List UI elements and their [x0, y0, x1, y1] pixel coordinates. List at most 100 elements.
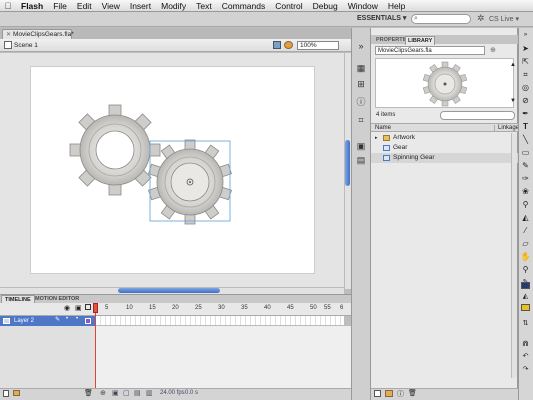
library-item-artwork[interactable]: ▸ Artwork: [371, 133, 518, 143]
tab-timeline[interactable]: TIMELINE: [1, 295, 35, 303]
rectangle-tool-icon[interactable]: ▭: [520, 147, 531, 158]
layer-lock-dot[interactable]: •: [76, 316, 78, 322]
frame-rate[interactable]: 24.00 fps: [160, 390, 185, 396]
text-tool-icon[interactable]: T: [520, 121, 531, 132]
deco-tool-icon[interactable]: ❀: [520, 186, 531, 197]
delete-icon[interactable]: 🗑: [408, 389, 417, 397]
panel-collapse-icon[interactable]: »: [520, 30, 531, 41]
outline-icon[interactable]: [85, 304, 91, 310]
pen-tool-icon[interactable]: ✒: [520, 108, 531, 119]
cs-live-menu[interactable]: CS Live ▾: [489, 15, 519, 23]
free-transform-tool-icon[interactable]: ⌗: [520, 69, 531, 80]
trash-icon[interactable]: 🗑: [84, 389, 93, 397]
layer-visible-dot[interactable]: •: [66, 316, 68, 322]
menu-modify[interactable]: Modify: [156, 1, 191, 11]
selection-tool-icon[interactable]: ➤: [520, 43, 531, 54]
subselection-tool-icon[interactable]: ⇱: [520, 56, 531, 67]
new-symbol-icon[interactable]: [374, 390, 381, 397]
menu-view[interactable]: View: [97, 1, 125, 11]
paint-bucket-tool-icon[interactable]: ◭: [520, 212, 531, 223]
library-item-spinning-gear[interactable]: Spinning Gear: [371, 153, 518, 163]
stage-horizontal-scroll-thumb[interactable]: [118, 288, 220, 293]
smooth-icon[interactable]: ↶: [520, 351, 531, 362]
menu-flash[interactable]: Flash: [16, 1, 48, 11]
layer-outline-color[interactable]: [85, 318, 91, 324]
zoom-tool-icon[interactable]: ⚲: [520, 264, 531, 275]
menu-edit[interactable]: Edit: [72, 1, 97, 11]
stop-preview-icon[interactable]: ▼: [510, 98, 516, 104]
zoom-select[interactable]: 100%: [297, 41, 339, 50]
tab-library[interactable]: LIBRARY: [405, 36, 436, 45]
stage-vertical-scroll-thumb[interactable]: [345, 140, 350, 186]
frame-cells[interactable]: [96, 316, 344, 326]
library-search-input[interactable]: [440, 111, 515, 120]
fill-color-swatch[interactable]: [521, 304, 530, 311]
workspace-switcher[interactable]: ESSENTIALS ▾: [357, 14, 406, 22]
snap-to-objects-icon[interactable]: ⋒: [520, 338, 531, 349]
new-layer-icon[interactable]: [3, 390, 9, 397]
brush-tool-icon[interactable]: ✑: [520, 173, 531, 184]
layer-icon: [3, 318, 10, 324]
pin-icon[interactable]: ⊕: [490, 46, 496, 54]
fill-color-icon[interactable]: ◭: [520, 291, 531, 302]
gear-instance[interactable]: [69, 104, 161, 196]
lasso-tool-icon[interactable]: ⊘: [520, 95, 531, 106]
onion-skin-icon[interactable]: ▣: [112, 389, 119, 397]
spinning-gear-instance[interactable]: [148, 139, 232, 225]
lock-icon[interactable]: ▣: [75, 304, 82, 312]
menu-text[interactable]: Text: [191, 1, 217, 11]
info-panel-icon[interactable]: ⓘ: [356, 97, 366, 107]
close-icon[interactable]: ✕: [6, 32, 11, 38]
document-tab[interactable]: ✕ MovieClipsGears.fla*: [2, 29, 74, 39]
color-panel-icon[interactable]: ▦: [356, 63, 366, 73]
column-linkage[interactable]: Linkage: [494, 125, 519, 131]
eyedropper-tool-icon[interactable]: ⁄: [520, 225, 531, 236]
playhead[interactable]: [93, 303, 98, 313]
tab-motion-editor[interactable]: MOTION EDITOR: [32, 295, 82, 303]
menu-bar:  Flash File Edit View Insert Modify Tex…: [0, 0, 533, 12]
eraser-tool-icon[interactable]: ▱: [520, 238, 531, 249]
edit-scene-icon[interactable]: [273, 41, 281, 49]
bone-tool-icon[interactable]: ⚲: [520, 199, 531, 210]
layer-row[interactable]: Layer 2: [0, 316, 96, 326]
hand-tool-icon[interactable]: ✋: [520, 251, 531, 262]
edit-symbols-icon[interactable]: [284, 41, 293, 49]
edit-multiple-frames-icon[interactable]: ▤: [134, 389, 141, 397]
swatches-panel-icon[interactable]: ⊞: [356, 79, 366, 89]
align-panel-icon[interactable]: ▣: [356, 141, 366, 151]
line-tool-icon[interactable]: ╲: [520, 134, 531, 145]
library-document-select[interactable]: MovieClipsGears.fla: [375, 46, 485, 55]
onion-outline-icon[interactable]: ▢: [123, 389, 130, 397]
pencil-tool-icon[interactable]: ✎: [520, 160, 531, 171]
new-library-folder-icon[interactable]: [385, 390, 393, 397]
menu-window[interactable]: Window: [343, 1, 383, 11]
eye-icon[interactable]: ◉: [64, 304, 70, 312]
expand-arrow-icon[interactable]: ▸: [375, 133, 378, 143]
library-scrollbar[interactable]: [511, 133, 517, 378]
menu-control[interactable]: Control: [270, 1, 307, 11]
menu-insert[interactable]: Insert: [125, 1, 156, 11]
menu-file[interactable]: File: [48, 1, 72, 11]
panel-options-icon[interactable]: »: [356, 41, 366, 51]
apple-menu-icon[interactable]: : [0, 1, 16, 11]
playhead-line[interactable]: [95, 303, 96, 393]
3d-rotation-tool-icon[interactable]: ◎: [520, 82, 531, 93]
scene-breadcrumb[interactable]: Scene 1: [14, 42, 38, 49]
components-panel-icon[interactable]: ▤: [356, 155, 366, 165]
play-preview-icon[interactable]: ▲: [510, 62, 516, 68]
straighten-icon[interactable]: ↷: [520, 364, 531, 375]
onion-markers-icon[interactable]: ▥: [146, 389, 153, 397]
transform-panel-icon[interactable]: ⌗: [356, 115, 366, 125]
menu-debug[interactable]: Debug: [308, 1, 343, 11]
swap-colors-icon[interactable]: ⇅: [520, 318, 531, 329]
menu-commands[interactable]: Commands: [217, 1, 270, 11]
menu-help[interactable]: Help: [383, 1, 410, 11]
center-frame-icon[interactable]: ⊕: [100, 389, 106, 397]
help-search-input[interactable]: ⌕: [411, 14, 471, 24]
column-name[interactable]: Name: [375, 125, 391, 131]
properties-icon[interactable]: ⓘ: [397, 389, 404, 399]
stroke-color-swatch[interactable]: [521, 282, 530, 289]
cs-live-icon[interactable]: ✲: [477, 13, 485, 24]
library-item-gear[interactable]: Gear: [371, 143, 518, 153]
new-folder-icon[interactable]: [13, 390, 20, 396]
